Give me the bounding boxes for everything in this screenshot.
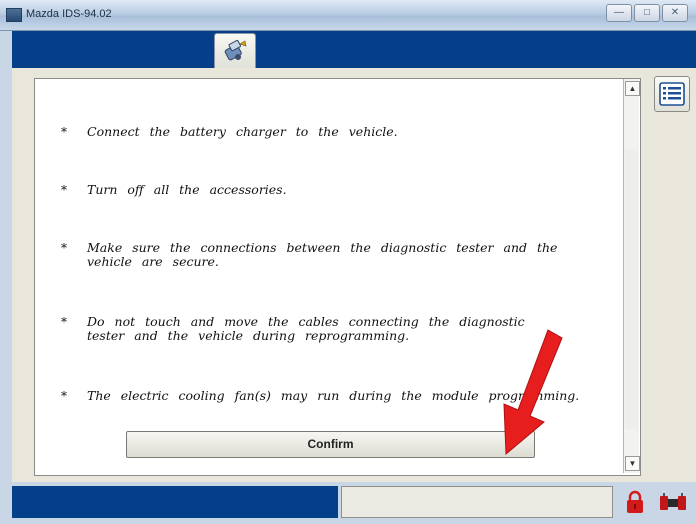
header-band xyxy=(12,31,696,68)
vertical-scrollbar[interactable]: ▲ ▼ xyxy=(623,79,640,473)
window-controls: — □ ✕ xyxy=(606,4,688,22)
close-button[interactable]: ✕ xyxy=(662,4,688,22)
instruction-text: Make sure the connections between the di… xyxy=(87,240,558,269)
bullet-icon: * xyxy=(61,183,67,197)
maximize-button[interactable]: □ xyxy=(634,4,660,22)
instruction-item: * Do not touch and move the cables conne… xyxy=(61,314,553,343)
scroll-up-button[interactable]: ▲ xyxy=(625,81,640,96)
scroll-thumb[interactable] xyxy=(625,149,638,429)
instruction-item: * Make sure the connections between the … xyxy=(61,240,610,269)
minimize-button[interactable]: — xyxy=(606,4,632,22)
window-titlebar: Mazda IDS-94.02 — □ ✕ xyxy=(0,0,696,31)
bullet-icon: * xyxy=(61,241,67,255)
bullet-icon: * xyxy=(61,125,67,139)
status-field xyxy=(341,486,613,518)
bullet-icon: * xyxy=(61,315,67,329)
instruction-text: Turn off all the accessories. xyxy=(87,182,287,197)
instruction-text: Connect the battery charger to the vehic… xyxy=(87,124,398,139)
instruction-item: * Connect the battery charger to the veh… xyxy=(61,124,610,140)
vehicle-tool-icon xyxy=(224,39,247,61)
footer-band xyxy=(12,486,338,518)
bullet-icon: * xyxy=(61,389,67,403)
list-view-button[interactable] xyxy=(654,76,690,112)
app-icon xyxy=(6,8,22,22)
instruction-item: * Turn off all the accessories. xyxy=(61,182,610,198)
window-title: Mazda IDS-94.02 xyxy=(26,8,112,20)
scroll-down-button[interactable]: ▼ xyxy=(625,456,640,471)
confirm-button[interactable]: Confirm xyxy=(126,431,535,458)
instruction-text: Do not touch and move the cables connect… xyxy=(87,314,525,343)
connection-icon[interactable] xyxy=(658,490,688,514)
tool-tab[interactable] xyxy=(214,33,256,68)
lock-icon[interactable] xyxy=(624,489,646,515)
red-arrow-icon xyxy=(503,329,563,456)
list-icon xyxy=(659,82,685,106)
